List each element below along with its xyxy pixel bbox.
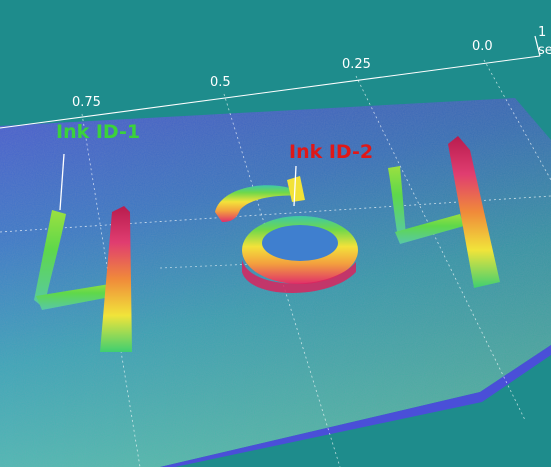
annotation-ink-id-1: Ink ID-1	[56, 121, 140, 143]
surface-plot-svg: 0.75 0.5 0.25 0.0 1 se Ink ID-1 Ink ID-2	[0, 25, 551, 467]
annotation-ink-id-2: Ink ID-2	[289, 141, 373, 163]
x-tick-label: 0.5	[210, 75, 231, 90]
axis-edge-label: 1	[538, 25, 546, 40]
axis-edge-label: se	[538, 43, 551, 58]
x-tick-label: 0.75	[72, 95, 101, 110]
x-tick-label: 0.25	[342, 57, 371, 72]
x-axis-ticks: 0.75 0.5 0.25 0.0 1 se	[72, 25, 551, 110]
surface-plot: 0.75 0.5 0.25 0.0 1 se Ink ID-1 Ink ID-2	[0, 0, 551, 467]
x-tick-label: 0.0	[472, 39, 493, 54]
digit-9-loop-inner	[262, 225, 338, 261]
